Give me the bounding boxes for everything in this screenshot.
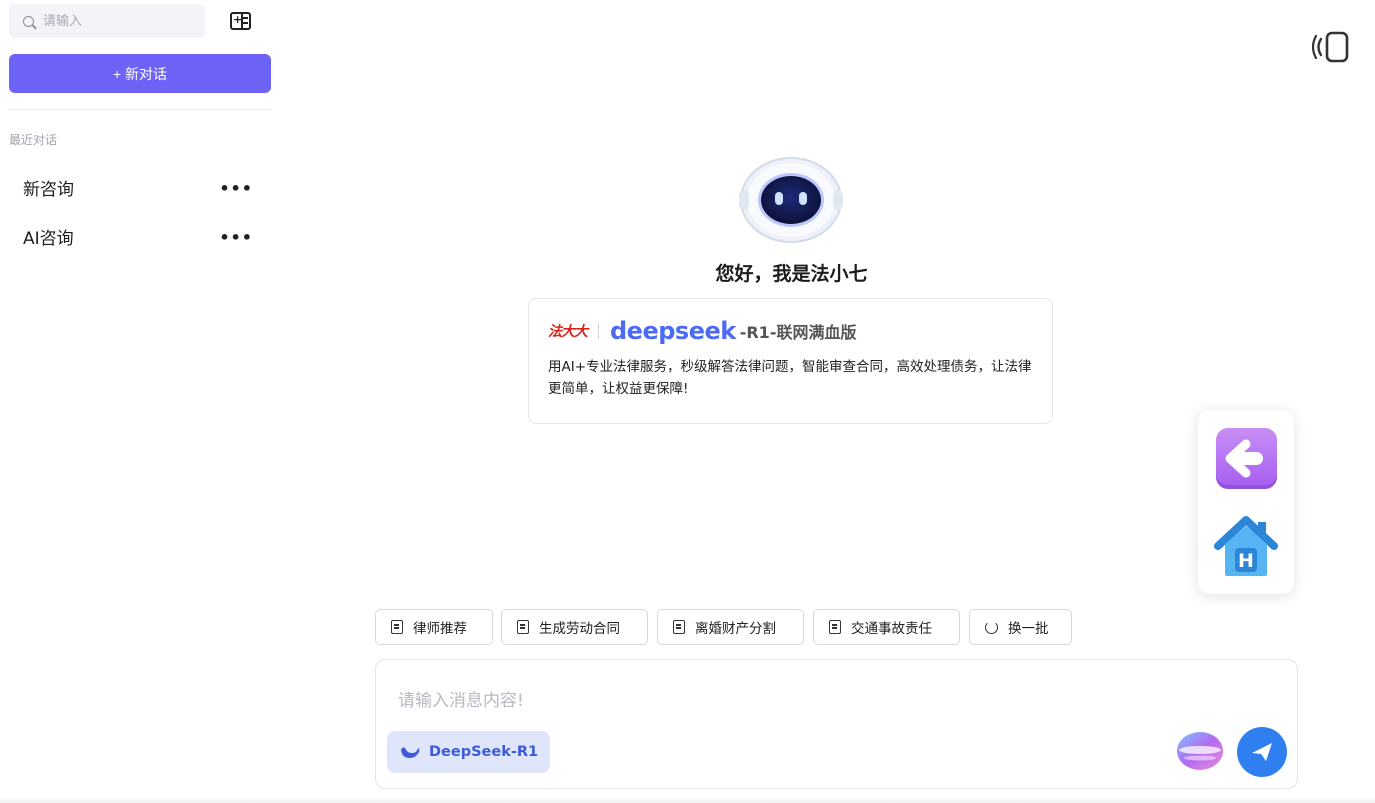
robot-avatar — [739, 157, 843, 243]
brand-separator — [598, 323, 599, 339]
back-button[interactable] — [1216, 428, 1277, 489]
refresh-icon — [985, 620, 998, 634]
panel-line — [243, 22, 248, 24]
voice-orb-icon[interactable] — [1176, 730, 1224, 772]
recent-label: 最近对话 — [9, 133, 58, 147]
intro-card: 法大大 deepseek -R1-联网满血版 用AI+专业法律服务，秒级解答法律… — [528, 298, 1053, 424]
prompt-label: 离婚财产分割 — [695, 621, 776, 637]
conversation-item[interactable]: AI咨询 ••• — [9, 216, 271, 256]
message-input[interactable] — [398, 686, 1258, 716]
panel-line — [243, 17, 248, 19]
greeting-title: 您好，我是法小七 — [715, 263, 868, 285]
fadada-logo: 法大大 — [548, 324, 588, 340]
prompt-chip[interactable]: 离婚财产分割 — [657, 609, 804, 645]
prompt-label: 生成劳动合同 — [539, 621, 620, 637]
conversation-item[interactable]: 新咨询 ••• — [9, 167, 271, 207]
brand-row: 法大大 deepseek -R1-联网满血版 — [548, 317, 857, 345]
home-button[interactable]: H — [1212, 512, 1280, 580]
search-input[interactable] — [43, 13, 183, 29]
more-options-icon[interactable]: ••• — [219, 228, 253, 247]
refresh-prompts-button[interactable]: 换一批 — [969, 609, 1072, 645]
sidebar-divider — [9, 109, 271, 110]
conversation-title: 新咨询 — [23, 179, 74, 200]
model-selector[interactable]: DeepSeek-R1 — [387, 731, 551, 773]
deepseek-whale-icon — [401, 747, 420, 758]
prompt-chip[interactable]: 交通事故责任 — [813, 609, 960, 645]
new-chat-button[interactable]: + 新对话 — [9, 54, 271, 93]
plus-icon: + — [233, 13, 243, 26]
document-search-icon — [673, 620, 685, 634]
home-h-icon: H — [1238, 550, 1254, 572]
document-search-icon — [829, 620, 841, 634]
intro-description: 用AI+专业法律服务，秒级解答法律问题，智能审查合同，高效处理债务，让法律更简单… — [548, 359, 1032, 397]
floating-nav: H — [1198, 410, 1294, 594]
prompt-chip[interactable]: 生成劳动合同 — [501, 609, 648, 645]
model-label: DeepSeek-R1 — [429, 744, 539, 760]
send-icon — [1252, 743, 1272, 761]
app-root: + + 新对话 最近对话 新咨询 ••• AI咨询 ••• — [0, 0, 1375, 803]
send-button[interactable] — [1237, 727, 1287, 777]
prompt-chip[interactable]: 律师推荐 — [375, 609, 493, 645]
deepseek-logo: deepseek — [610, 317, 736, 345]
sidebar: + + 新对话 最近对话 新咨询 ••• AI咨询 ••• — [0, 0, 280, 803]
more-options-icon[interactable]: ••• — [219, 179, 253, 198]
document-icon — [517, 620, 529, 634]
message-composer: DeepSeek-R1 — [375, 659, 1298, 789]
prompt-label: 换一批 — [1008, 621, 1049, 637]
prompt-label: 交通事故责任 — [851, 621, 932, 637]
conversation-title: AI咨询 — [23, 228, 74, 249]
phone-vibrate-icon[interactable] — [1312, 30, 1352, 64]
document-icon — [391, 620, 403, 634]
model-tag: -R1-联网满血版 — [739, 323, 857, 342]
search-box[interactable] — [9, 4, 205, 38]
search-icon — [23, 15, 34, 27]
arrow-left-icon — [1225, 439, 1263, 478]
prompt-label: 律师推荐 — [413, 621, 467, 637]
toggle-sidebar-button[interactable]: + — [230, 12, 251, 30]
bottom-shadow — [0, 795, 1375, 803]
